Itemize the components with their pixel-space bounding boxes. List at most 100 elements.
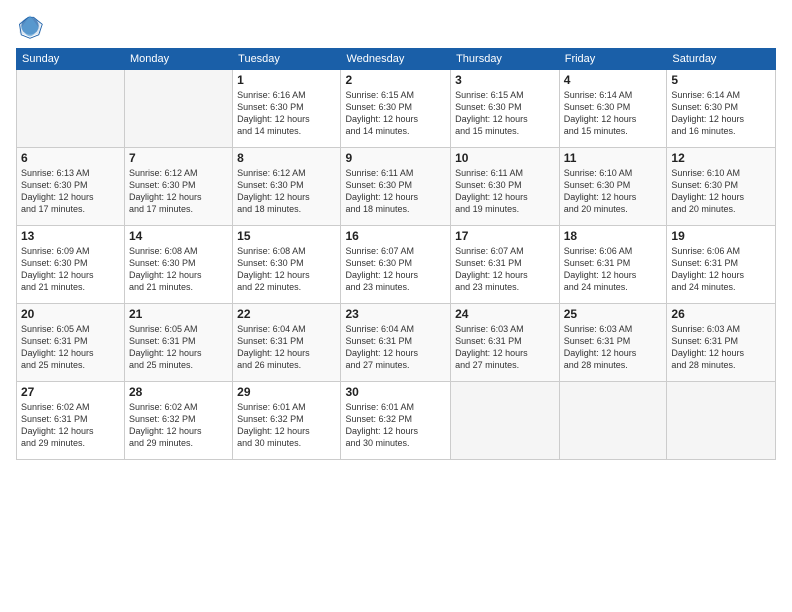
day-info: Sunrise: 6:08 AM Sunset: 6:30 PM Dayligh…: [237, 245, 336, 294]
calendar-cell: 23 Sunrise: 6:04 AM Sunset: 6:31 PM Dayli…: [341, 304, 451, 382]
calendar-header-tuesday: Tuesday: [233, 49, 341, 70]
calendar-week-3: 13 Sunrise: 6:09 AM Sunset: 6:30 PM Dayli…: [17, 226, 776, 304]
day-info: Sunrise: 6:05 AM Sunset: 6:31 PM Dayligh…: [129, 323, 228, 372]
day-number: 24: [455, 307, 555, 321]
day-number: 12: [671, 151, 771, 165]
calendar-cell: 10Sunrise: 6:11 AM Sunset: 6:30 PM Dayli…: [451, 148, 560, 226]
day-info: Sunrise: 6:11 AM Sunset: 6:30 PM Dayligh…: [455, 167, 555, 216]
calendar-cell: [559, 382, 667, 460]
calendar-cell: 19Sunrise: 6:06 AM Sunset: 6:31 PM Dayli…: [667, 226, 776, 304]
day-number: 27: [21, 385, 120, 399]
calendar-header-saturday: Saturday: [667, 49, 776, 70]
calendar-cell: 8Sunrise: 6:12 AM Sunset: 6:30 PM Daylig…: [233, 148, 341, 226]
day-number: 4: [564, 73, 663, 87]
day-number: 3: [455, 73, 555, 87]
calendar-week-4: 20 Sunrise: 6:05 AM Sunset: 6:31 PM Dayli…: [17, 304, 776, 382]
calendar-cell: 2Sunrise: 6:15 AM Sunset: 6:30 PM Daylig…: [341, 70, 451, 148]
calendar-header-wednesday: Wednesday: [341, 49, 451, 70]
calendar-cell: 28 Sunrise: 6:02 AM Sunset: 6:32 PM Dayli…: [125, 382, 233, 460]
calendar-cell: 3 Sunrise: 6:15 AM Sunset: 6:30 PM Daylig…: [451, 70, 560, 148]
calendar-cell: 25 Sunrise: 6:03 AM Sunset: 6:31 PM Dayli…: [559, 304, 667, 382]
day-number: 29: [237, 385, 336, 399]
day-number: 1: [237, 73, 336, 87]
calendar-cell: 18 Sunrise: 6:06 AM Sunset: 6:31 PM Dayli…: [559, 226, 667, 304]
calendar-cell: 9 Sunrise: 6:11 AM Sunset: 6:30 PM Daylig…: [341, 148, 451, 226]
day-info: Sunrise: 6:06 AM Sunset: 6:31 PM Dayligh…: [564, 245, 663, 294]
calendar-cell: 4 Sunrise: 6:14 AM Sunset: 6:30 PM Daylig…: [559, 70, 667, 148]
day-info: Sunrise: 6:05 AM Sunset: 6:31 PM Dayligh…: [21, 323, 120, 372]
day-info: Sunrise: 6:02 AM Sunset: 6:31 PM Dayligh…: [21, 401, 120, 450]
calendar-cell: 30 Sunrise: 6:01 AM Sunset: 6:32 PM Dayli…: [341, 382, 451, 460]
day-info: Sunrise: 6:06 AM Sunset: 6:31 PM Dayligh…: [671, 245, 771, 294]
day-number: 21: [129, 307, 228, 321]
calendar-cell: 7Sunrise: 6:12 AM Sunset: 6:30 PM Daylig…: [125, 148, 233, 226]
day-info: Sunrise: 6:14 AM Sunset: 6:30 PM Dayligh…: [671, 89, 771, 138]
day-info: Sunrise: 6:13 AM Sunset: 6:30 PM Dayligh…: [21, 167, 120, 216]
day-number: 18: [564, 229, 663, 243]
calendar-header-row: SundayMondayTuesdayWednesdayThursdayFrid…: [17, 49, 776, 70]
day-info: Sunrise: 6:03 AM Sunset: 6:31 PM Dayligh…: [455, 323, 555, 372]
calendar-cell: 5 Sunrise: 6:14 AM Sunset: 6:30 PM Daylig…: [667, 70, 776, 148]
logo: [16, 12, 48, 40]
calendar-week-2: 6 Sunrise: 6:13 AM Sunset: 6:30 PM Daylig…: [17, 148, 776, 226]
day-info: Sunrise: 6:07 AM Sunset: 6:30 PM Dayligh…: [345, 245, 446, 294]
day-info: Sunrise: 6:03 AM Sunset: 6:31 PM Dayligh…: [564, 323, 663, 372]
calendar-cell: 13 Sunrise: 6:09 AM Sunset: 6:30 PM Dayli…: [17, 226, 125, 304]
day-info: Sunrise: 6:03 AM Sunset: 6:31 PM Dayligh…: [671, 323, 771, 372]
day-info: Sunrise: 6:04 AM Sunset: 6:31 PM Dayligh…: [345, 323, 446, 372]
day-info: Sunrise: 6:04 AM Sunset: 6:31 PM Dayligh…: [237, 323, 336, 372]
header: [16, 12, 776, 40]
day-info: Sunrise: 6:10 AM Sunset: 6:30 PM Dayligh…: [671, 167, 771, 216]
day-info: Sunrise: 6:11 AM Sunset: 6:30 PM Dayligh…: [345, 167, 446, 216]
day-number: 5: [671, 73, 771, 87]
calendar-cell: [17, 70, 125, 148]
calendar-header-monday: Monday: [125, 49, 233, 70]
day-number: 25: [564, 307, 663, 321]
day-number: 16: [345, 229, 446, 243]
day-number: 28: [129, 385, 228, 399]
calendar-cell: 16 Sunrise: 6:07 AM Sunset: 6:30 PM Dayli…: [341, 226, 451, 304]
calendar-cell: 24 Sunrise: 6:03 AM Sunset: 6:31 PM Dayli…: [451, 304, 560, 382]
calendar-cell: 14Sunrise: 6:08 AM Sunset: 6:30 PM Dayli…: [125, 226, 233, 304]
calendar-cell: 15 Sunrise: 6:08 AM Sunset: 6:30 PM Dayli…: [233, 226, 341, 304]
calendar-cell: 11Sunrise: 6:10 AM Sunset: 6:30 PM Dayli…: [559, 148, 667, 226]
calendar-cell: 21 Sunrise: 6:05 AM Sunset: 6:31 PM Dayli…: [125, 304, 233, 382]
calendar-cell: [667, 382, 776, 460]
calendar-cell: [451, 382, 560, 460]
day-info: Sunrise: 6:09 AM Sunset: 6:30 PM Dayligh…: [21, 245, 120, 294]
calendar-header-friday: Friday: [559, 49, 667, 70]
day-number: 17: [455, 229, 555, 243]
calendar-cell: 17 Sunrise: 6:07 AM Sunset: 6:31 PM Dayli…: [451, 226, 560, 304]
day-info: Sunrise: 6:10 AM Sunset: 6:30 PM Dayligh…: [564, 167, 663, 216]
day-number: 26: [671, 307, 771, 321]
calendar-header-thursday: Thursday: [451, 49, 560, 70]
day-number: 9: [345, 151, 446, 165]
calendar-cell: 27 Sunrise: 6:02 AM Sunset: 6:31 PM Dayli…: [17, 382, 125, 460]
day-number: 2: [345, 73, 446, 87]
day-info: Sunrise: 6:16 AM Sunset: 6:30 PM Dayligh…: [237, 89, 336, 138]
day-number: 13: [21, 229, 120, 243]
calendar-cell: 26 Sunrise: 6:03 AM Sunset: 6:31 PM Dayli…: [667, 304, 776, 382]
day-number: 22: [237, 307, 336, 321]
day-number: 20: [21, 307, 120, 321]
day-number: 6: [21, 151, 120, 165]
calendar-cell: 6 Sunrise: 6:13 AM Sunset: 6:30 PM Daylig…: [17, 148, 125, 226]
day-number: 15: [237, 229, 336, 243]
day-number: 30: [345, 385, 446, 399]
day-info: Sunrise: 6:15 AM Sunset: 6:30 PM Dayligh…: [455, 89, 555, 138]
day-number: 7: [129, 151, 228, 165]
calendar-week-1: 1 Sunrise: 6:16 AM Sunset: 6:30 PM Daylig…: [17, 70, 776, 148]
day-info: Sunrise: 6:01 AM Sunset: 6:32 PM Dayligh…: [345, 401, 446, 450]
calendar: SundayMondayTuesdayWednesdayThursdayFrid…: [16, 48, 776, 460]
calendar-cell: 12 Sunrise: 6:10 AM Sunset: 6:30 PM Dayli…: [667, 148, 776, 226]
day-info: Sunrise: 6:07 AM Sunset: 6:31 PM Dayligh…: [455, 245, 555, 294]
calendar-cell: 20 Sunrise: 6:05 AM Sunset: 6:31 PM Dayli…: [17, 304, 125, 382]
day-info: Sunrise: 6:02 AM Sunset: 6:32 PM Dayligh…: [129, 401, 228, 450]
day-number: 23: [345, 307, 446, 321]
calendar-cell: 22 Sunrise: 6:04 AM Sunset: 6:31 PM Dayli…: [233, 304, 341, 382]
day-info: Sunrise: 6:14 AM Sunset: 6:30 PM Dayligh…: [564, 89, 663, 138]
calendar-week-5: 27 Sunrise: 6:02 AM Sunset: 6:31 PM Dayli…: [17, 382, 776, 460]
calendar-cell: 29Sunrise: 6:01 AM Sunset: 6:32 PM Dayli…: [233, 382, 341, 460]
calendar-cell: [125, 70, 233, 148]
day-number: 8: [237, 151, 336, 165]
